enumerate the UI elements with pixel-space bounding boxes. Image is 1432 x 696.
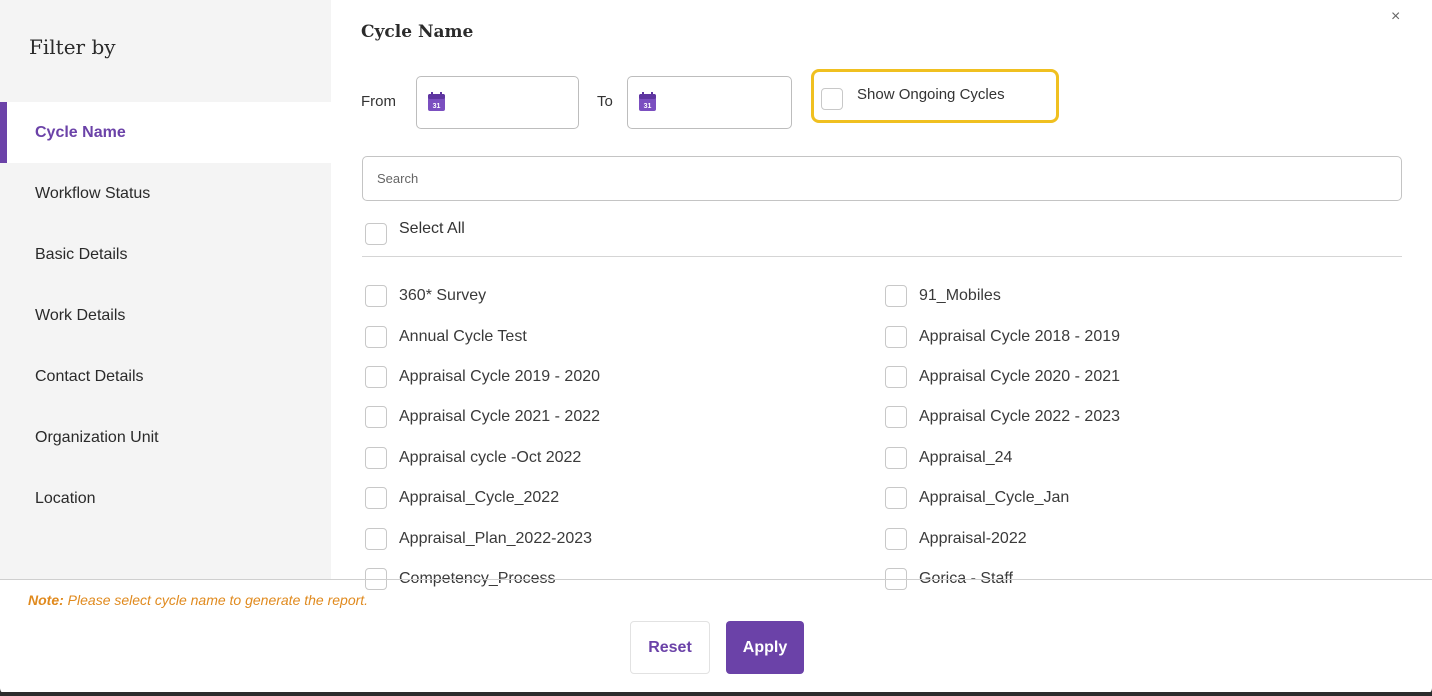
sidebar-item-organization-unit[interactable]: Organization Unit [0, 407, 331, 468]
calendar-icon: 31 [639, 92, 656, 111]
calendar-icon-day: 31 [433, 103, 441, 110]
option-label: Appraisal-2022 [919, 530, 1027, 547]
footer-divider [0, 579, 1432, 580]
sidebar-item-work-details[interactable]: Work Details [0, 285, 331, 346]
option-checkbox[interactable] [365, 528, 387, 550]
cycle-option[interactable]: Appraisal Cycle 2022 - 2023 [885, 405, 1120, 429]
to-date-input[interactable]: 31 [627, 76, 792, 129]
search-input[interactable] [362, 156, 1402, 201]
divider [362, 256, 1402, 257]
calendar-icon-day: 31 [644, 103, 652, 110]
cycle-option[interactable]: Appraisal_24 [885, 446, 1012, 470]
cycle-option[interactable]: Appraisal Cycle 2018 - 2019 [885, 325, 1120, 349]
show-ongoing-label: Show Ongoing Cycles [857, 86, 1005, 103]
option-label: Appraisal_Plan_2022-2023 [399, 530, 593, 547]
cycle-option[interactable]: Appraisal Cycle 2021 - 2022 [365, 405, 600, 429]
reset-button[interactable]: Reset [630, 621, 710, 674]
cycle-option[interactable]: Appraisal cycle -Oct 2022 [365, 446, 581, 470]
sidebar-item-cycle-name[interactable]: Cycle Name [0, 102, 331, 163]
option-checkbox[interactable] [885, 406, 907, 428]
option-checkbox[interactable] [885, 366, 907, 388]
background-strip [0, 692, 1432, 696]
cycle-option[interactable]: Annual Cycle Test [365, 325, 527, 349]
option-label: Appraisal Cycle 2021 - 2022 [399, 408, 601, 425]
from-date-input[interactable]: 31 [416, 76, 579, 129]
from-label: From [361, 93, 396, 110]
option-label: Appraisal Cycle 2022 - 2023 [919, 408, 1121, 425]
option-checkbox[interactable] [365, 285, 387, 307]
sidebar-list: Cycle Name Workflow Status Basic Details… [0, 102, 331, 529]
option-label: 91_Mobiles [919, 287, 1001, 304]
select-all-label: Select All [399, 220, 465, 237]
sidebar-item-basic-details[interactable]: Basic Details [0, 224, 331, 285]
show-ongoing-cycles[interactable]: Show Ongoing Cycles [811, 69, 1059, 123]
option-checkbox[interactable] [365, 326, 387, 348]
option-checkbox[interactable] [365, 406, 387, 428]
filter-modal: Filter by Cycle Name Workflow Status Bas… [0, 0, 1432, 694]
option-label: Appraisal_24 [919, 449, 1013, 466]
option-checkbox[interactable] [885, 528, 907, 550]
option-checkbox[interactable] [885, 285, 907, 307]
to-label: To [597, 93, 613, 110]
calendar-icon: 31 [428, 92, 445, 111]
sidebar-item-contact-details[interactable]: Contact Details [0, 346, 331, 407]
cycle-option[interactable]: Appraisal_Plan_2022-2023 [365, 527, 592, 551]
note-text: Please select cycle name to generate the… [63, 592, 369, 608]
option-label: 360* Survey [399, 287, 487, 304]
sidebar-item-location[interactable]: Location [0, 468, 331, 529]
cycle-option[interactable]: 91_Mobiles [885, 284, 1001, 308]
option-label: Appraisal Cycle 2018 - 2019 [919, 328, 1121, 345]
option-checkbox[interactable] [365, 487, 387, 509]
note-prefix: Note: [28, 592, 64, 608]
option-label: Appraisal_Cycle_2022 [399, 489, 560, 506]
cycle-option[interactable]: Appraisal_Cycle_Jan [885, 486, 1069, 510]
select-all-checkbox[interactable] [365, 223, 387, 245]
filter-sidebar: Filter by Cycle Name Workflow Status Bas… [0, 0, 331, 580]
option-checkbox[interactable] [885, 487, 907, 509]
footer-note: Note: Please select cycle name to genera… [28, 592, 368, 608]
option-checkbox[interactable] [365, 447, 387, 469]
option-label: Appraisal cycle -Oct 2022 [399, 449, 582, 466]
cycle-option[interactable]: Appraisal_Cycle_2022 [365, 486, 559, 510]
option-label: Appraisal_Cycle_Jan [919, 489, 1070, 506]
option-label: Appraisal Cycle 2019 - 2020 [399, 368, 601, 385]
filter-panel: Cycle Name From 31 To 31 Show Ongoing Cy… [331, 0, 1432, 590]
show-ongoing-checkbox[interactable] [821, 88, 843, 110]
option-checkbox[interactable] [365, 366, 387, 388]
cycle-option[interactable]: Appraisal Cycle 2019 - 2020 [365, 365, 600, 389]
sidebar-item-workflow-status[interactable]: Workflow Status [0, 163, 331, 224]
sidebar-title: Filter by [29, 35, 116, 59]
cycle-option[interactable]: Appraisal-2022 [885, 527, 1027, 551]
option-label: Annual Cycle Test [399, 328, 527, 345]
select-all[interactable]: Select All [365, 220, 465, 245]
apply-button[interactable]: Apply [726, 621, 804, 674]
panel-title: Cycle Name [361, 22, 474, 42]
option-checkbox[interactable] [885, 326, 907, 348]
cycle-option[interactable]: 360* Survey [365, 284, 486, 308]
cycle-option[interactable]: Appraisal Cycle 2020 - 2021 [885, 365, 1120, 389]
option-checkbox[interactable] [885, 447, 907, 469]
option-label: Appraisal Cycle 2020 - 2021 [919, 368, 1121, 385]
